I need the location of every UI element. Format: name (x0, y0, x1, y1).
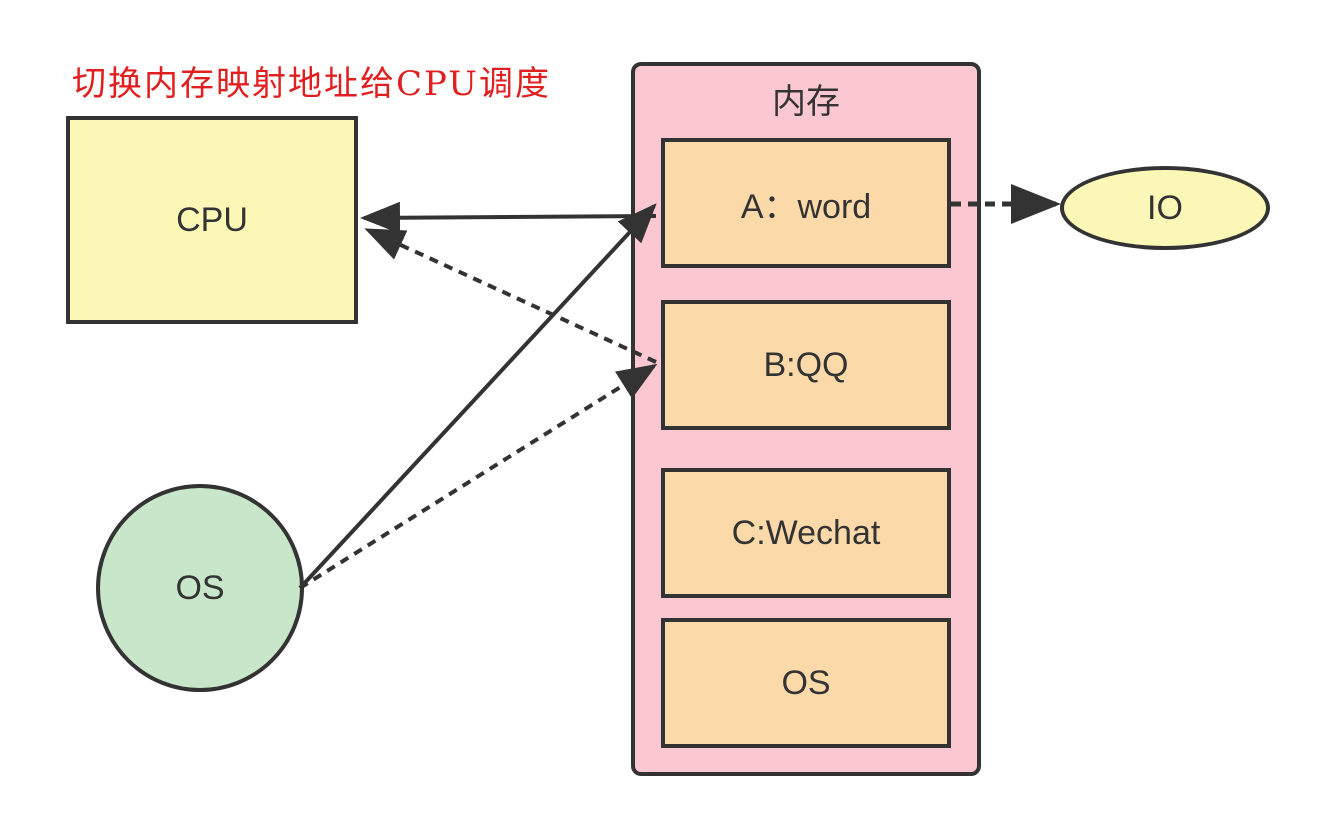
connector-layer (298, 184, 1061, 590)
edge-word-to-cpu (360, 201, 657, 234)
